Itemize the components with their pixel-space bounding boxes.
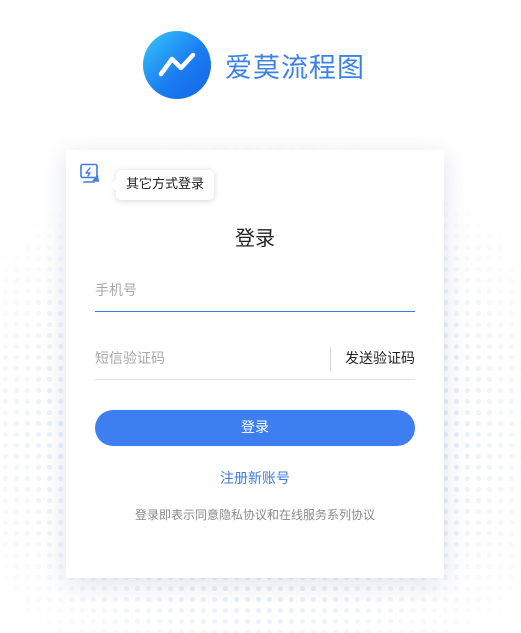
phone-input[interactable] [95,271,415,311]
trend-line-icon [143,31,211,99]
login-button[interactable]: 登录 [95,410,415,446]
send-code-button[interactable]: 发送验证码 [330,347,415,371]
brand-name: 爱莫流程图 [225,52,365,84]
sms-code-input[interactable] [95,339,305,379]
agreement-text: 登录即表示同意隐私协议和在线服务系列协议 [134,508,375,522]
login-card: 其它方式登录 登录 发送验证码 登录 注册新账号 登录即表示同意隐私协议和在线服… [66,150,444,578]
login-title: 登录 [235,226,275,250]
qr-scan-icon[interactable] [78,162,102,186]
register-link[interactable]: 注册新账号 [66,468,444,488]
brand-header: 爱莫流程图 [143,30,365,100]
alt-login-tooltip: 其它方式登录 [109,170,215,200]
phone-field [95,271,415,312]
code-field: 发送验证码 [95,339,415,380]
